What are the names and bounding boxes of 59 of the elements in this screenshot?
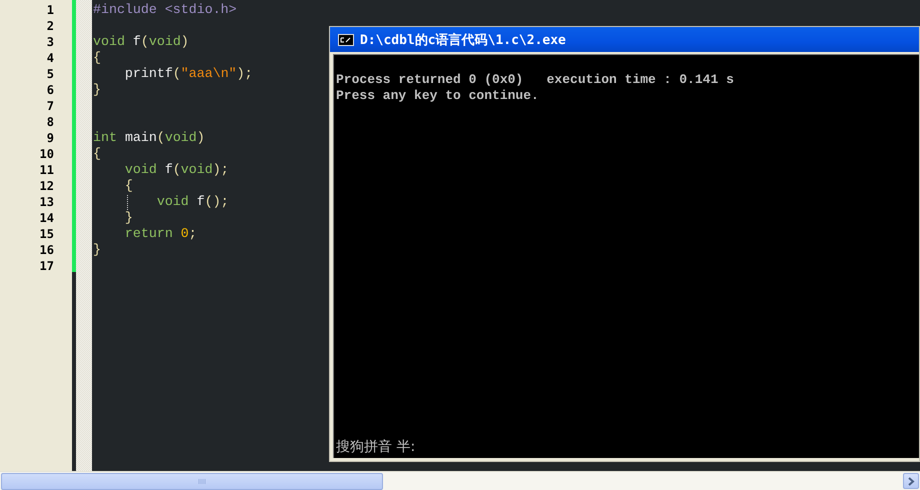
line-number: 13 <box>38 194 55 210</box>
code-token: ) <box>180 34 189 49</box>
code-token: { <box>124 178 133 193</box>
line-number: 5 <box>46 66 55 82</box>
code-token: } <box>124 210 133 225</box>
code-token: ; <box>188 226 197 241</box>
code-token: { <box>93 146 101 161</box>
code-token: ); <box>212 162 229 177</box>
line-number: 3 <box>46 34 55 50</box>
code-token: f <box>196 194 205 209</box>
code-token: { <box>93 50 101 65</box>
line-number: 11 <box>38 162 55 178</box>
code-token: void <box>124 162 157 177</box>
line-number: 7 <box>46 98 55 114</box>
console-output: Press any key to continue. <box>336 88 540 104</box>
line-number: 2 <box>46 18 55 34</box>
line-number: 8 <box>46 114 55 130</box>
ime-status: 搜狗拼音 半: <box>336 438 416 456</box>
code-token: void <box>180 162 213 177</box>
line-number: 15 <box>38 226 55 242</box>
code-token: main <box>124 130 157 145</box>
line-number: 10 <box>38 146 55 162</box>
line-number: 12 <box>38 178 55 194</box>
code-token: } <box>93 82 101 97</box>
code-token: 0 <box>180 226 189 241</box>
code-token: ( <box>172 66 181 81</box>
code-token: ) <box>196 130 205 145</box>
code-token: "aaa\n" <box>180 66 237 81</box>
line-number: 17 <box>38 258 55 274</box>
code-token: ( <box>156 130 165 145</box>
code-token: f <box>164 162 173 177</box>
horizontal-scrollbar[interactable] <box>0 471 920 490</box>
code-token: ); <box>236 66 253 81</box>
code-token: void <box>156 194 189 209</box>
code-token: void <box>93 34 125 49</box>
code-token: ( <box>140 34 149 49</box>
line-number: 1 <box>46 2 55 18</box>
code-token: void <box>164 130 197 145</box>
console-icon <box>338 34 354 46</box>
code-token: (); <box>204 194 229 209</box>
scroll-right-button[interactable] <box>903 473 919 489</box>
code-token: int <box>93 130 117 145</box>
line-number: 9 <box>46 130 55 146</box>
code-token: printf <box>124 66 173 81</box>
code-token: ( <box>172 162 181 177</box>
console-output: Process returned 0 (0x0) execution time : 0.141 s <box>336 72 735 88</box>
code-token: } <box>93 242 101 257</box>
window-title: D:\cdbl的c语言代码\1.c\2.exe <box>360 32 566 48</box>
code-token: #include <stdio.h> <box>93 2 237 17</box>
line-number: 6 <box>46 82 55 98</box>
chevron-right-icon <box>907 476 915 486</box>
code-token: f <box>132 34 141 49</box>
code-token: return <box>124 226 174 241</box>
line-number: 16 <box>38 242 55 258</box>
scrollbar-thumb[interactable] <box>1 473 383 490</box>
code-token: void <box>148 34 181 49</box>
line-number: 14 <box>38 210 55 226</box>
line-number: 4 <box>46 50 55 66</box>
indent-guide <box>127 195 128 210</box>
